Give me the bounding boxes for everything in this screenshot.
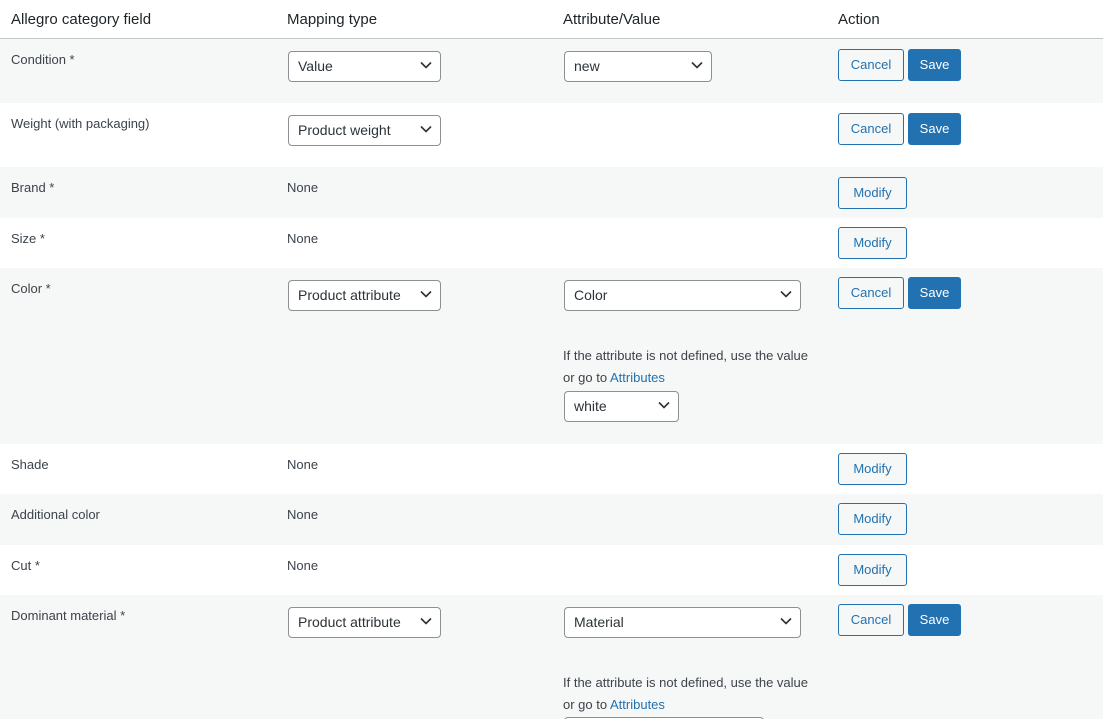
table-row-condition: Condition * Value new Cancel Save <box>0 39 1103 103</box>
table-row-brand: Brand * None Modify <box>0 167 1103 218</box>
chevron-down-icon <box>420 125 432 133</box>
save-button[interactable]: Save <box>908 604 961 636</box>
table-row-color: Color * Product attribute Color If the a… <box>0 268 1103 444</box>
field-label: Additional color <box>11 507 100 522</box>
mapping-type-select[interactable]: Product attribute <box>288 607 441 638</box>
fallback-help-text: If the attribute is not defined, use the… <box>563 672 808 716</box>
table-row-additional-color: Additional color None Modify <box>0 494 1103 545</box>
mapping-type-value: None <box>287 558 319 573</box>
select-value: Product weight <box>298 122 391 138</box>
chevron-down-icon <box>658 401 670 409</box>
cancel-button[interactable]: Cancel <box>838 113 904 145</box>
mapping-type-select[interactable]: Product weight <box>288 115 441 146</box>
header-allegro-field: Allegro category field <box>11 11 152 28</box>
table-row-shade: Shade None Modify <box>0 444 1103 494</box>
field-mapping-table: Allegro category field Mapping type Attr… <box>0 0 1103 719</box>
modify-button[interactable]: Modify <box>838 503 907 535</box>
field-label: Dominant material * <box>11 608 126 623</box>
chevron-down-icon <box>420 61 432 69</box>
chevron-down-icon <box>420 290 432 298</box>
field-label: Color * <box>11 281 51 296</box>
select-value: new <box>574 58 600 74</box>
table-row-cut: Cut * None Modify <box>0 545 1103 595</box>
help-text: If the attribute is not defined, use the… <box>563 348 808 385</box>
mapping-type-value: None <box>287 507 319 522</box>
mapping-type-value: None <box>287 180 319 195</box>
table-row-dominant-material: Dominant material * Product attribute Ma… <box>0 595 1103 719</box>
save-button[interactable]: Save <box>908 113 961 145</box>
save-button[interactable]: Save <box>908 49 961 81</box>
modify-button[interactable]: Modify <box>838 227 907 259</box>
attributes-link[interactable]: Attributes <box>610 697 665 712</box>
attribute-select[interactable]: Color <box>564 280 801 311</box>
table-row-weight: Weight (with packaging) Product weight C… <box>0 103 1103 167</box>
header-action: Action <box>838 11 880 28</box>
select-value: Value <box>298 58 333 74</box>
mapping-type-select[interactable]: Product attribute <box>288 280 441 311</box>
field-label: Brand * <box>11 180 55 195</box>
cancel-button[interactable]: Cancel <box>838 49 904 81</box>
cancel-button[interactable]: Cancel <box>838 604 904 636</box>
select-value: Product attribute <box>298 614 401 630</box>
attribute-select[interactable]: Material <box>564 607 801 638</box>
header-mapping-type: Mapping type <box>287 11 378 28</box>
cancel-button[interactable]: Cancel <box>838 277 904 309</box>
field-label: Weight (with packaging) <box>11 116 150 131</box>
select-value: Product attribute <box>298 287 401 303</box>
modify-button[interactable]: Modify <box>838 177 907 209</box>
select-value: white <box>574 398 607 414</box>
chevron-down-icon <box>420 617 432 625</box>
modify-button[interactable]: Modify <box>838 554 907 586</box>
mapping-type-select[interactable]: Value <box>288 51 441 82</box>
chevron-down-icon <box>780 290 792 298</box>
field-label: Shade <box>11 457 49 472</box>
modify-button[interactable]: Modify <box>838 453 907 485</box>
attributes-link[interactable]: Attributes <box>610 370 665 385</box>
fallback-help-text: If the attribute is not defined, use the… <box>563 345 808 389</box>
save-button[interactable]: Save <box>908 277 961 309</box>
fallback-value-select[interactable]: white <box>564 391 679 422</box>
field-label: Cut * <box>11 558 40 573</box>
table-header: Allegro category field Mapping type Attr… <box>0 0 1103 39</box>
select-value: Material <box>574 614 624 630</box>
help-text: If the attribute is not defined, use the… <box>563 675 808 712</box>
mapping-type-value: None <box>287 457 319 472</box>
chevron-down-icon <box>691 61 703 69</box>
mapping-type-value: None <box>287 231 319 246</box>
field-label: Condition * <box>11 52 75 67</box>
header-attribute-value: Attribute/Value <box>563 11 661 28</box>
select-value: Color <box>574 287 608 303</box>
field-label: Size * <box>11 231 45 246</box>
table-row-size: Size * None Modify <box>0 218 1103 268</box>
chevron-down-icon <box>780 617 792 625</box>
attribute-value-select[interactable]: new <box>564 51 712 82</box>
